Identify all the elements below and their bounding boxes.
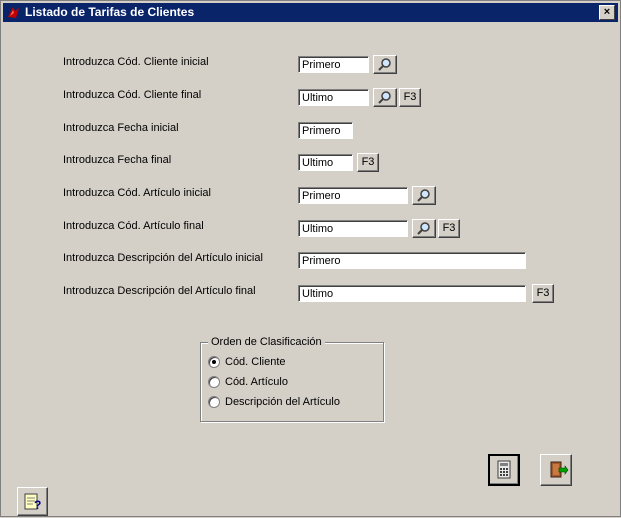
radio-unselected[interactable] [208,376,220,389]
exit-button[interactable] [540,454,572,486]
label-fecha-inicial: Introduzca Fecha inicial [63,122,179,134]
label-articulo-inicial: Introduzca Cód. Artículo inicial [63,187,211,199]
label-descripcion-final: Introduzca Descripción del Artículo fina… [63,285,256,297]
descripcion-final-field[interactable]: Ultimo [298,285,526,302]
cliente-final-field[interactable]: Ultimo [298,89,369,106]
help-button[interactable]: ? [17,487,48,516]
sort-order-title: Orden de Clasificación [208,336,325,348]
magnifier-icon [378,91,391,104]
sort-option-label: Cód. Cliente [225,356,286,368]
title-bar: Listado de Tarifas de Clientes × [3,3,618,22]
magnifier-icon [378,58,391,71]
exit-door-icon [550,461,569,478]
descripcion-inicial-field[interactable]: Primero [298,252,526,269]
cliente-inicial-search-button[interactable] [373,55,397,74]
window-title: Listado de Tarifas de Clientes [25,5,195,19]
articulo-inicial-search-button[interactable] [412,186,436,205]
print-button[interactable] [488,454,520,486]
label-descripcion-inicial: Introduzca Descripción del Artículo inic… [63,252,263,264]
articulo-inicial-field[interactable]: Primero [298,187,408,204]
articulo-final-f3-button[interactable]: F3 [438,219,460,238]
close-icon: × [603,6,611,18]
sort-option-label: Cód. Artículo [225,376,288,388]
sort-option-label: Descripción del Artículo [225,396,340,408]
magnifier-icon [417,222,430,235]
app-logo-icon [6,5,21,20]
magnifier-icon [417,189,430,202]
label-cliente-final: Introduzca Cód. Cliente final [63,89,202,101]
cliente-final-f3-button[interactable]: F3 [399,88,421,107]
articulo-final-field[interactable]: Ultimo [298,220,408,237]
close-button[interactable]: × [599,5,615,20]
cliente-final-search-button[interactable] [373,88,397,107]
help-icon: ? [24,493,41,512]
label-cliente-inicial: Introduzca Cód. Cliente inicial [63,56,209,68]
calculator-print-icon [497,460,511,479]
sort-option-cliente[interactable]: Cód. Cliente [208,356,286,370]
svg-text:?: ? [34,498,41,512]
radio-selected[interactable] [208,356,220,369]
main-window: Listado de Tarifas de Clientes × Introdu… [0,0,621,517]
label-fecha-final: Introduzca Fecha final [63,154,172,166]
descripcion-final-f3-button[interactable]: F3 [532,284,554,303]
sort-option-descripcion[interactable]: Descripción del Artículo [208,396,340,410]
fecha-inicial-field[interactable]: Primero [298,122,353,139]
label-articulo-final: Introduzca Cód. Artículo final [63,220,204,232]
fecha-final-field[interactable]: Ultimo [298,154,353,171]
articulo-final-search-button[interactable] [412,219,436,238]
radio-unselected[interactable] [208,396,220,409]
cliente-inicial-field[interactable]: Primero [298,56,369,73]
fecha-final-f3-button[interactable]: F3 [357,153,379,172]
sort-option-articulo[interactable]: Cód. Artículo [208,376,288,390]
